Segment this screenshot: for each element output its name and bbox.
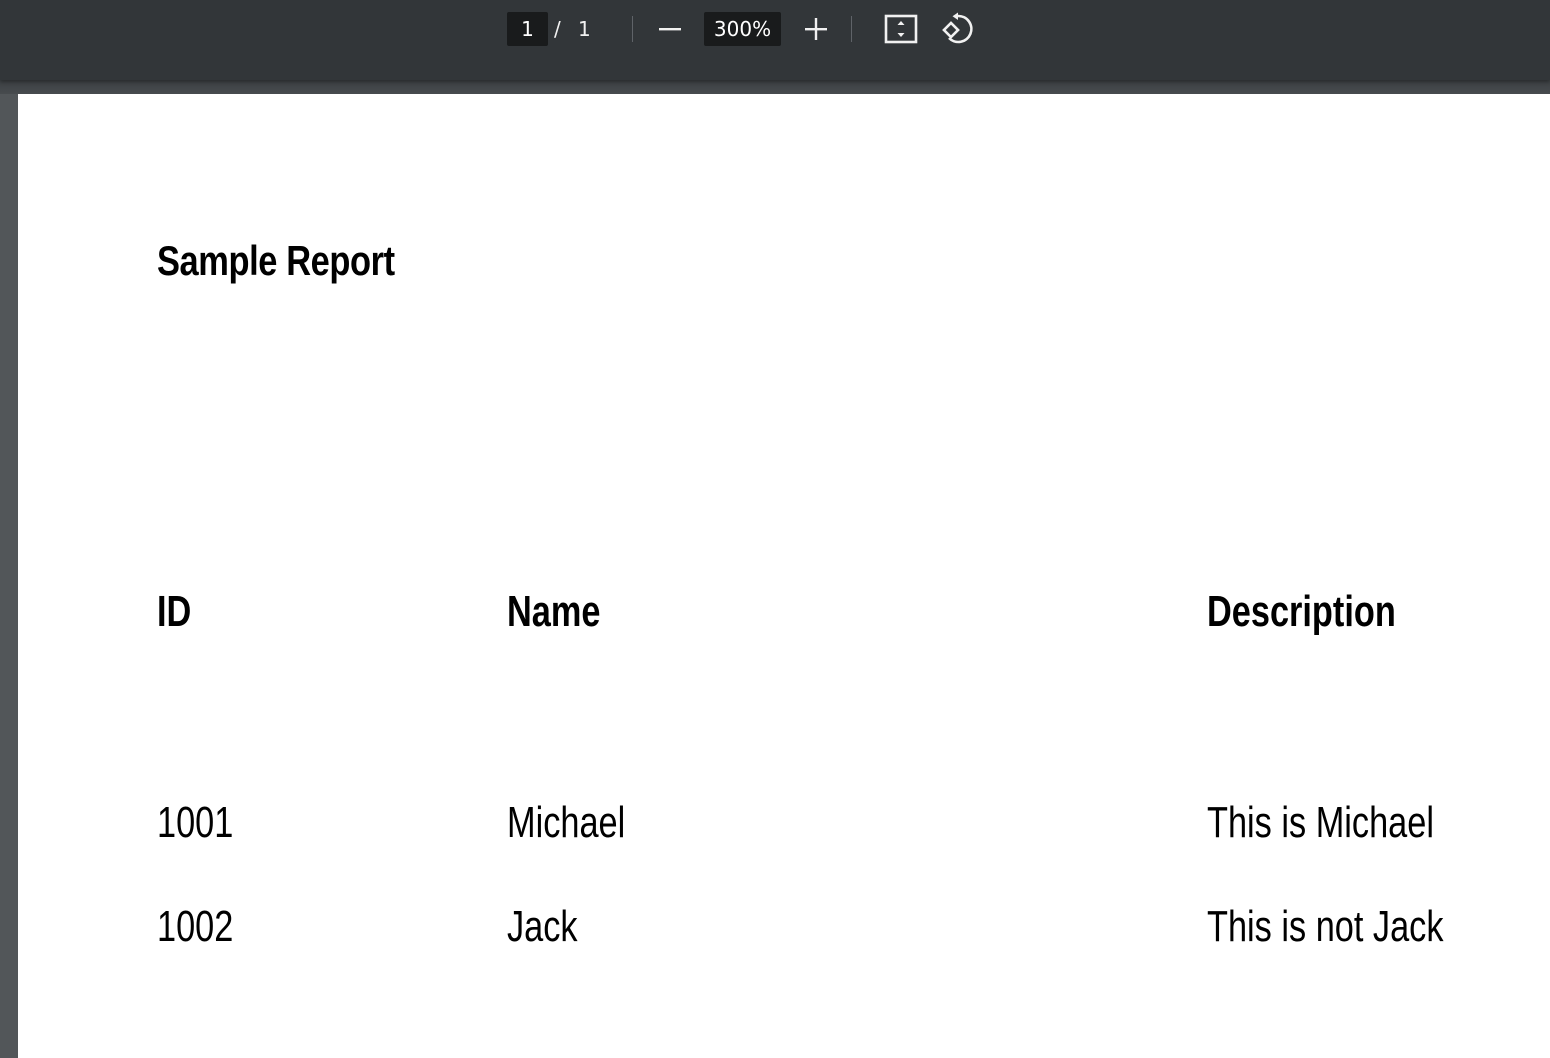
fit-to-page-icon: [884, 14, 918, 44]
rotate-button[interactable]: [938, 10, 976, 48]
minus-icon: [659, 28, 681, 31]
report-title: Sample Report: [157, 237, 395, 284]
zoom-level-input[interactable]: 300%: [704, 12, 781, 46]
table-header-name: Name: [507, 587, 601, 636]
toolbar-divider: [632, 16, 633, 42]
pdf-page: Sample Report ID Name Description 1001 M…: [18, 94, 1550, 1058]
table-cell-id: 1001: [157, 798, 234, 847]
pdf-toolbar: 1 / 1 300%: [0, 0, 1550, 80]
total-pages: 1: [578, 17, 591, 41]
page-separator: /: [554, 17, 561, 41]
table-cell-name: Jack: [507, 902, 578, 951]
table-header-id: ID: [157, 587, 192, 636]
rotate-counterclockwise-icon: [942, 12, 973, 44]
table-cell-id: 1002: [157, 902, 234, 951]
plus-icon: [805, 18, 827, 40]
table-cell-description: This is not Jack: [1207, 902, 1444, 951]
pdf-viewer: 1 / 1 300% Sample Report ID Name Descrip…: [0, 0, 1550, 1058]
zoom-out-button[interactable]: [651, 10, 689, 48]
fit-to-page-button[interactable]: [882, 10, 920, 48]
table-cell-description: This is Michael: [1207, 798, 1434, 847]
page-number-input[interactable]: 1: [507, 12, 548, 46]
toolbar-shadow: [0, 80, 1550, 94]
table-header-description: Description: [1207, 587, 1396, 636]
table-cell-name: Michael: [507, 798, 626, 847]
toolbar-divider: [851, 16, 852, 42]
zoom-in-button[interactable]: [797, 10, 835, 48]
